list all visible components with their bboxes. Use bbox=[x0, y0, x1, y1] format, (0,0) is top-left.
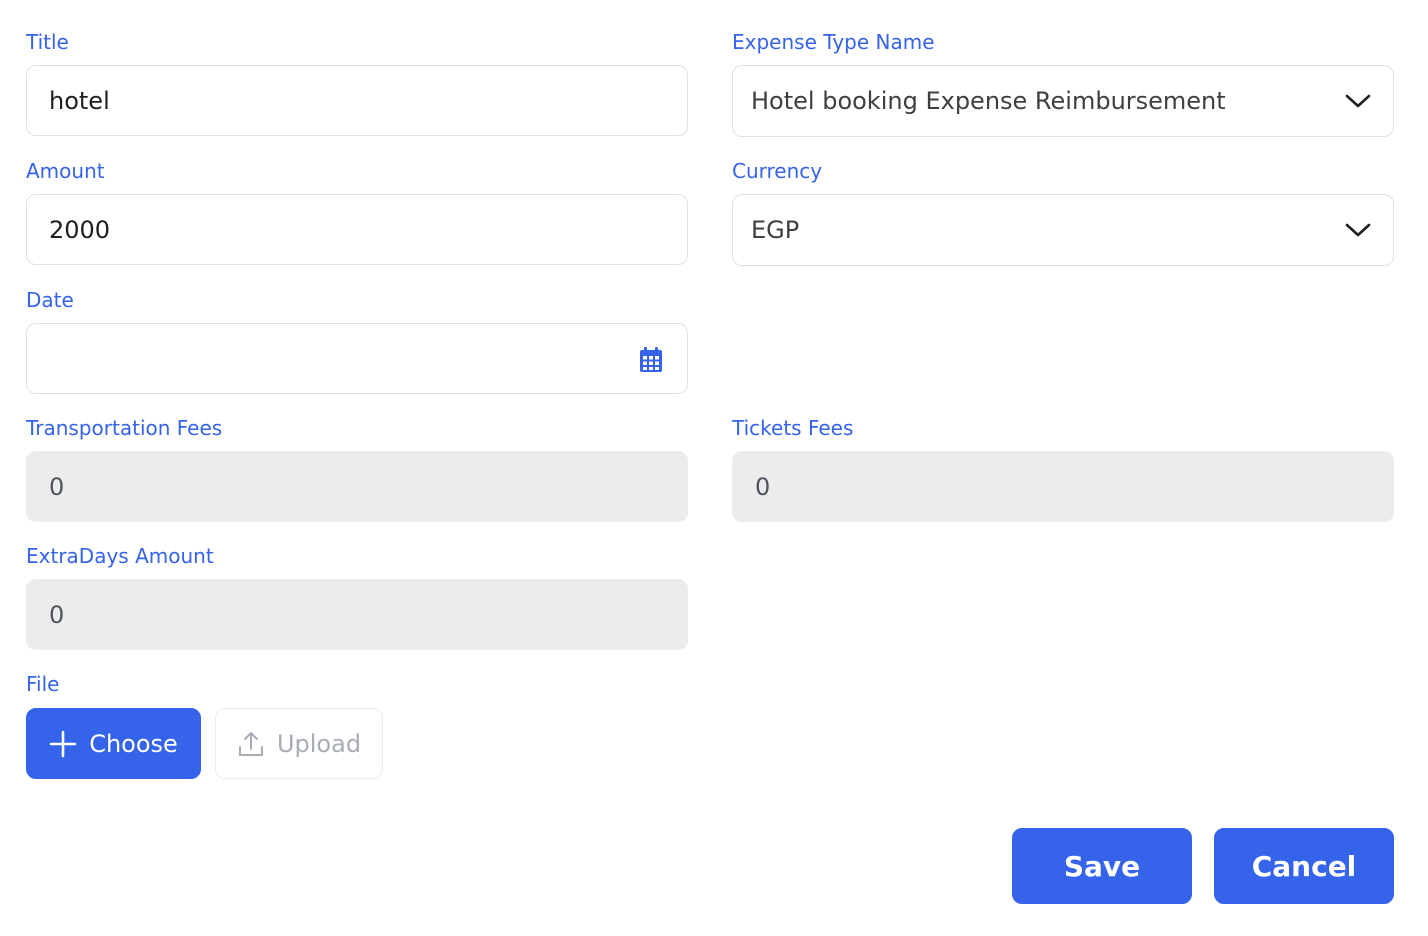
expense-type-select[interactable]: Hotel booking Expense Reimbursement bbox=[732, 65, 1394, 137]
transportation-fees-input bbox=[27, 452, 687, 521]
date-input[interactable] bbox=[27, 324, 687, 393]
amount-field[interactable] bbox=[26, 194, 688, 265]
amount-label: Amount bbox=[26, 159, 105, 183]
transportation-fees-field bbox=[26, 451, 688, 522]
tickets-fees-label: Tickets Fees bbox=[732, 416, 854, 440]
currency-select[interactable]: EGP bbox=[732, 194, 1394, 266]
tickets-fees-input bbox=[733, 452, 1393, 521]
extra-days-amount-field bbox=[26, 579, 688, 650]
upload-file-label: Upload bbox=[276, 729, 362, 758]
transportation-fees-label: Transportation Fees bbox=[26, 416, 223, 440]
title-input[interactable] bbox=[27, 66, 687, 135]
tickets-fees-field bbox=[732, 451, 1394, 522]
title-field[interactable] bbox=[26, 65, 688, 136]
currency-label: Currency bbox=[732, 159, 823, 183]
file-label: File bbox=[26, 672, 60, 696]
date-label: Date bbox=[26, 288, 74, 312]
upload-file-button[interactable]: Upload bbox=[215, 708, 383, 779]
date-field[interactable] bbox=[26, 323, 688, 394]
save-button-label: Save bbox=[1063, 849, 1141, 883]
choose-file-label: Choose bbox=[89, 729, 178, 758]
chevron-down-icon[interactable] bbox=[1345, 222, 1371, 238]
expense-type-value: Hotel booking Expense Reimbursement bbox=[751, 87, 1226, 115]
extra-days-amount-input bbox=[27, 580, 687, 649]
title-label: Title bbox=[26, 30, 69, 54]
expense-type-label: Expense Type Name bbox=[732, 30, 935, 54]
choose-file-button[interactable]: Choose bbox=[26, 708, 201, 779]
plus-icon bbox=[49, 730, 77, 758]
amount-input[interactable] bbox=[27, 195, 687, 264]
upload-icon bbox=[237, 730, 265, 758]
currency-value: EGP bbox=[751, 216, 800, 244]
extra-days-amount-label: ExtraDays Amount bbox=[26, 544, 214, 568]
calendar-icon[interactable] bbox=[639, 347, 663, 373]
cancel-button-label: Cancel bbox=[1251, 849, 1357, 883]
cancel-button[interactable]: Cancel bbox=[1214, 828, 1394, 904]
save-button[interactable]: Save bbox=[1012, 828, 1192, 904]
chevron-down-icon[interactable] bbox=[1345, 93, 1371, 109]
